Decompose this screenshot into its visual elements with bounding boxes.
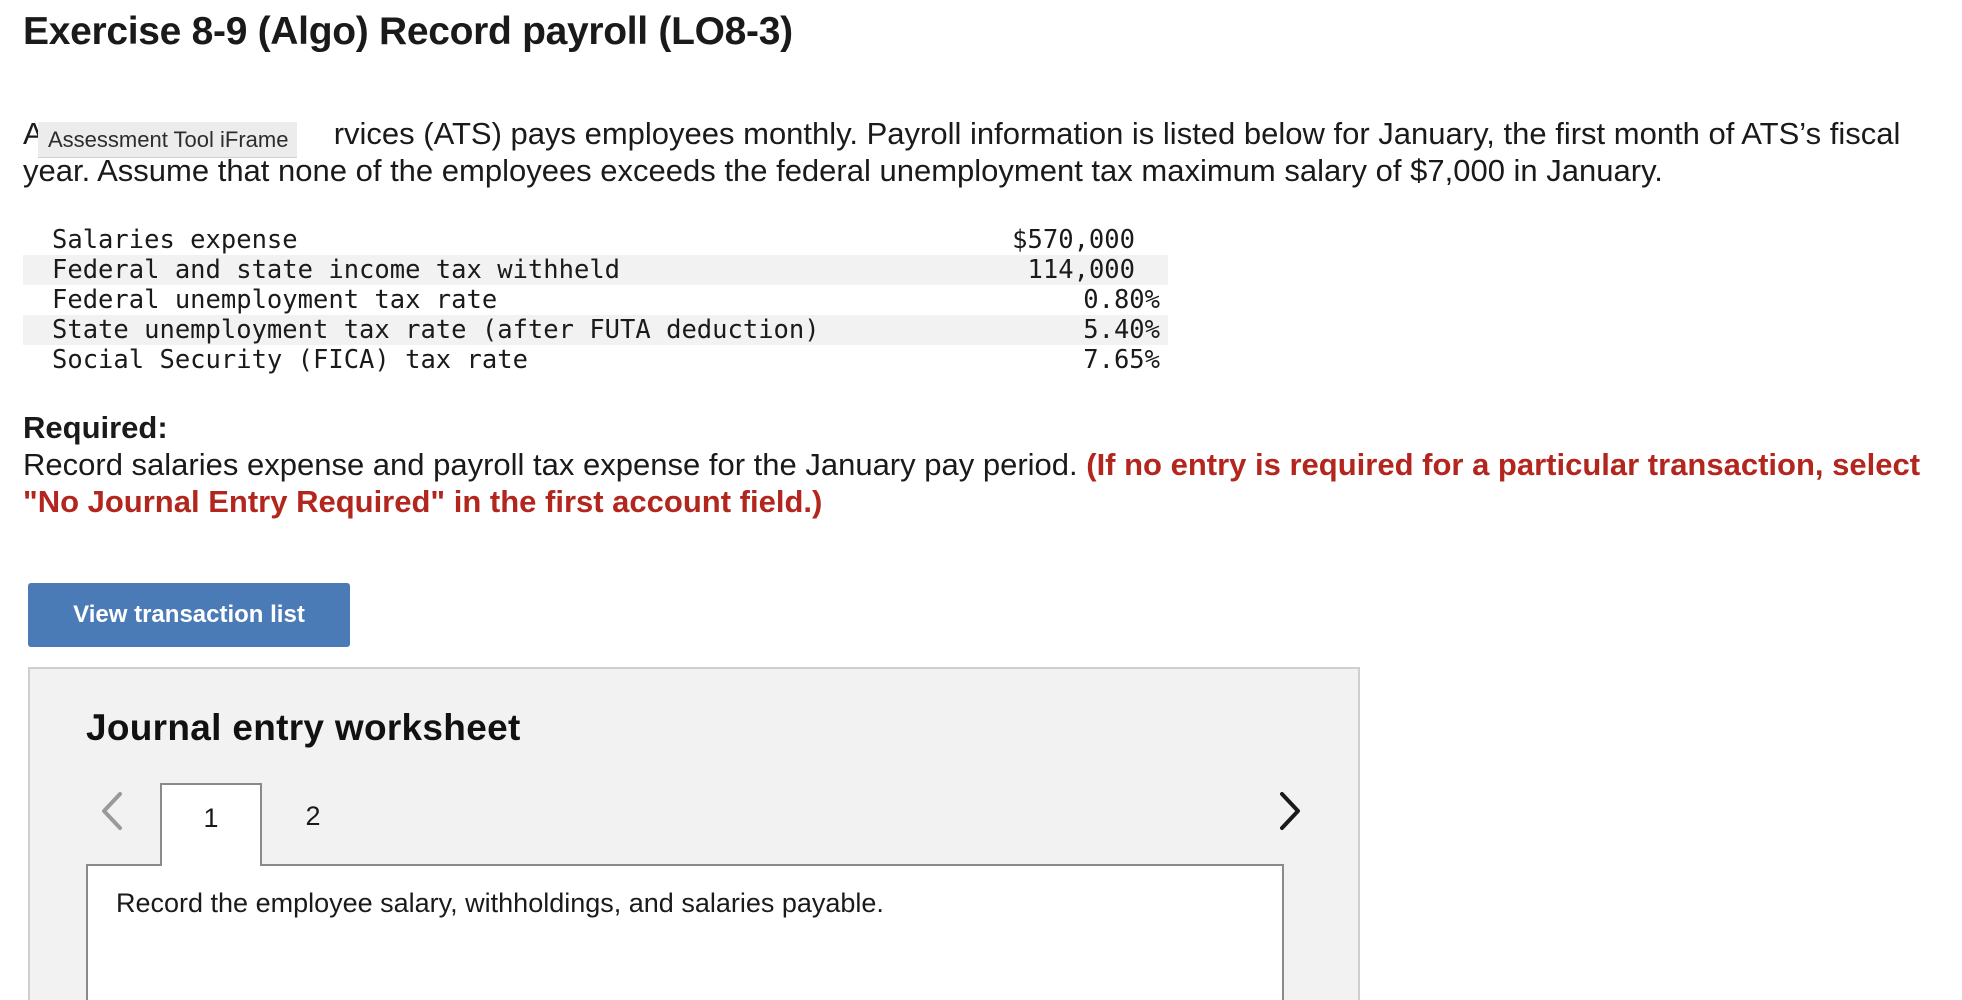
row-label: State unemployment tax rate (after FUTA … bbox=[23, 315, 981, 345]
tab-2[interactable]: 2 bbox=[262, 783, 364, 866]
row-value: 7.65% bbox=[1083, 345, 1160, 375]
row-label: Federal and state income tax withheld bbox=[23, 255, 981, 285]
entry-panel: Record the employee salary, withholdings… bbox=[86, 864, 1284, 1000]
intro-paragraph: Arvices (ATS) pays employees monthly. Pa… bbox=[23, 115, 1923, 189]
tab-1[interactable]: 1 bbox=[160, 783, 262, 866]
table-row: Federal and state income tax withheld 11… bbox=[23, 255, 1168, 285]
row-value: 114,000 bbox=[980, 255, 1168, 285]
required-heading: Required: bbox=[23, 410, 168, 445]
table-row: Salaries expense $570,000 bbox=[23, 225, 1168, 255]
row-label: Federal unemployment tax rate bbox=[52, 285, 498, 315]
row-value: $570,000 bbox=[1012, 225, 1135, 255]
table-row: Social Security (FICA) tax rate 7.65% bbox=[23, 345, 1168, 375]
intro-text: rvices (ATS) pays employees monthly. Pay… bbox=[23, 116, 1901, 188]
worksheet-title: Journal entry worksheet bbox=[86, 707, 521, 748]
chevron-left-icon[interactable] bbox=[92, 786, 132, 836]
view-transaction-list-button[interactable]: View transaction list bbox=[28, 583, 350, 647]
chevron-right-icon[interactable] bbox=[1270, 786, 1310, 836]
row-value: 0.80% bbox=[1083, 285, 1160, 315]
assignment-page: Exercise 8-9 (Algo) Record payroll (LO8-… bbox=[0, 0, 1962, 1000]
row-label: Salaries expense bbox=[52, 225, 298, 255]
exercise-title: Exercise 8-9 (Algo) Record payroll (LO8-… bbox=[23, 10, 793, 53]
row-label: Social Security (FICA) tax rate bbox=[52, 345, 528, 375]
iframe-tooltip: Assessment Tool iFrame bbox=[38, 122, 298, 158]
required-text: Record salaries expense and payroll tax … bbox=[23, 447, 1078, 482]
payroll-info-table: Salaries expense $570,000 Federal and st… bbox=[23, 225, 1168, 375]
required-instructions: Record salaries expense and payroll tax … bbox=[23, 446, 1923, 520]
row-value: 5.40% bbox=[980, 315, 1168, 345]
table-row: State unemployment tax rate (after FUTA … bbox=[23, 315, 1168, 345]
table-row: Federal unemployment tax rate 0.80% bbox=[23, 285, 1168, 315]
entry-instruction: Record the employee salary, withholdings… bbox=[116, 888, 884, 918]
journal-entry-worksheet: Journal entry worksheet 1 2 Record the e… bbox=[28, 667, 1360, 1000]
